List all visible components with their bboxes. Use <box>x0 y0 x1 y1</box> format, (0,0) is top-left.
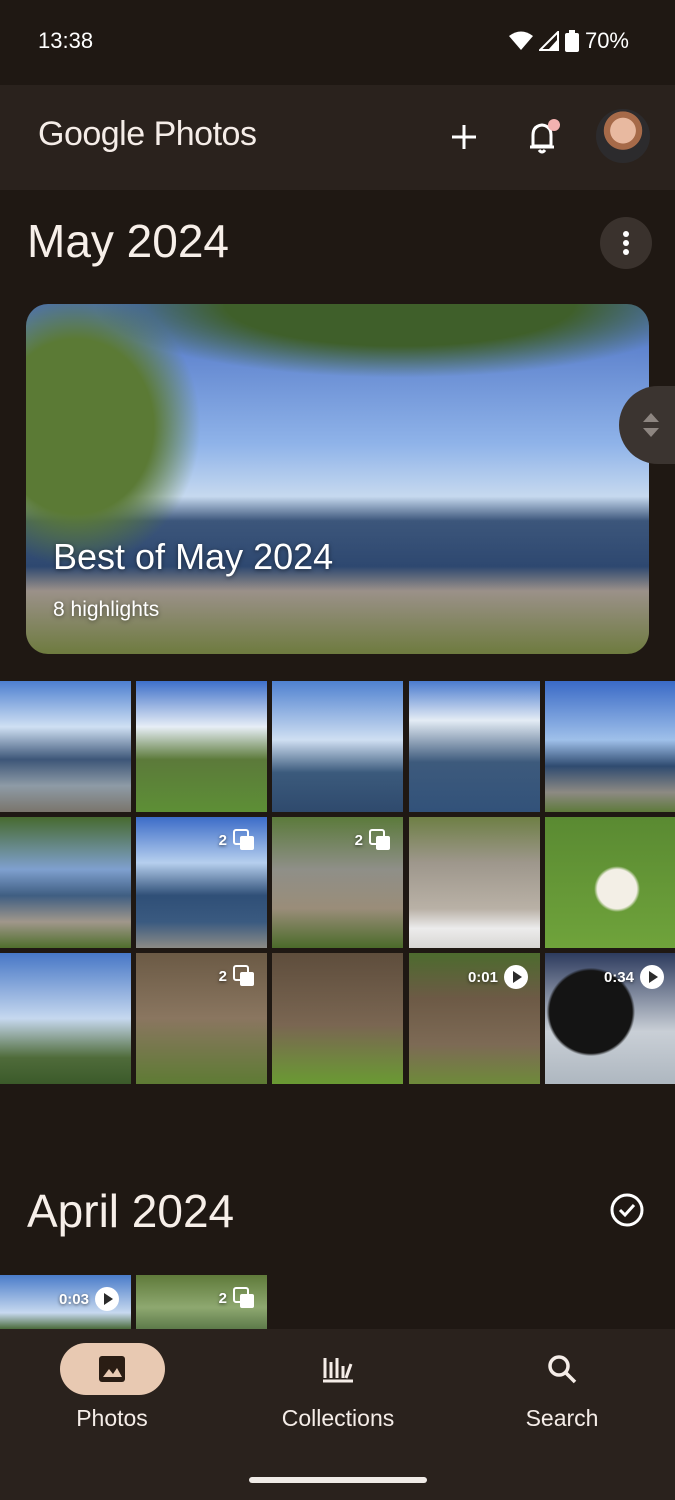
library-icon <box>323 1358 353 1383</box>
nav-collections-label: Collections <box>281 1405 395 1431</box>
nav-search[interactable]: Search <box>462 1343 662 1432</box>
play-icon <box>640 965 664 989</box>
photo-thumb[interactable] <box>0 953 131 1084</box>
video-badge: 0:01 <box>468 965 528 989</box>
photo-icon <box>99 1356 125 1382</box>
stack-icon <box>233 1287 254 1308</box>
video-duration: 0:34 <box>603 968 634 986</box>
video-badge: 0:03 <box>59 1287 119 1311</box>
notifications-button[interactable] <box>514 107 574 167</box>
photo-thumb[interactable] <box>0 681 131 812</box>
bell-icon <box>530 119 560 154</box>
more-vert-icon <box>623 231 629 255</box>
check-circle-icon <box>610 1193 644 1227</box>
stack-icon <box>233 829 254 850</box>
play-icon <box>504 965 528 989</box>
highlight-subtitle: 8 highlights <box>53 598 160 621</box>
stack-badge: 2 <box>355 829 391 851</box>
home-indicator[interactable] <box>249 1477 427 1483</box>
photo-thumb[interactable]: 0:34 <box>545 953 675 1084</box>
stack-icon <box>369 829 390 850</box>
stack-count: 2 <box>218 967 227 985</box>
status-time: 13:38 <box>38 28 94 53</box>
stack-icon <box>233 965 254 986</box>
stack-badge: 2 <box>219 965 255 987</box>
stack-count: 2 <box>354 831 363 849</box>
add-button[interactable] <box>434 107 494 167</box>
photo-thumb[interactable] <box>272 953 403 1084</box>
more-options-button[interactable] <box>600 217 652 269</box>
status-bar: 13:38 70% <box>0 0 675 85</box>
select-all-button[interactable] <box>610 1193 644 1227</box>
photo-thumb[interactable] <box>136 681 267 812</box>
stack-count: 2 <box>218 831 227 849</box>
section-title-april: April 2024 <box>27 1185 235 1237</box>
photo-thumb[interactable] <box>409 817 540 948</box>
play-icon <box>95 1287 119 1311</box>
photo-thumb[interactable]: 2 <box>136 953 267 1084</box>
search-icon <box>548 1355 577 1384</box>
photo-thumb[interactable] <box>545 681 675 812</box>
app-bar: Google Photos <box>0 85 675 190</box>
stack-badge: 2 <box>219 1287 255 1309</box>
video-duration: 0:03 <box>58 1290 89 1308</box>
bottom-navigation: Photos Collections Search <box>0 1329 675 1500</box>
app-logo: Google Photos <box>38 115 257 154</box>
account-avatar[interactable] <box>596 109 650 163</box>
nav-collections[interactable]: Collections <box>238 1343 438 1432</box>
battery-icon <box>564 30 579 52</box>
nav-photos-label: Photos <box>76 1405 148 1431</box>
video-badge: 0:34 <box>604 965 664 989</box>
photo-thumb[interactable] <box>0 817 131 948</box>
scroll-arrows-icon <box>643 413 659 437</box>
highlight-title: Best of May 2024 <box>53 536 334 577</box>
photo-thumb[interactable]: 0:01 <box>409 953 540 1084</box>
photo-thumb[interactable] <box>545 817 675 948</box>
status-icons: 70% <box>508 28 629 54</box>
nav-collections-pill <box>286 1343 391 1395</box>
nav-photos-pill <box>59 1343 165 1395</box>
wifi-icon <box>508 31 533 50</box>
stack-badge: 2 <box>219 829 255 851</box>
nav-photos[interactable]: Photos <box>12 1343 212 1432</box>
video-duration: 0:01 <box>467 968 498 986</box>
section-title-may: May 2024 <box>27 215 230 267</box>
nav-search-pill <box>510 1343 615 1395</box>
photo-thumb[interactable]: 2 <box>272 817 403 948</box>
add-icon <box>452 125 476 149</box>
signal-icon <box>538 31 559 51</box>
photo-thumb[interactable]: 2 <box>136 817 267 948</box>
photo-thumb[interactable] <box>409 681 540 812</box>
nav-search-label: Search <box>525 1405 599 1431</box>
photo-thumb[interactable]: 2 <box>136 1275 267 1329</box>
highlight-card[interactable]: Best of May 2024 8 highlights <box>26 304 649 654</box>
logo-google: Google <box>38 115 145 153</box>
battery-percent: 70% <box>584 28 629 53</box>
logo-photos: Photos <box>153 115 257 153</box>
stack-count: 2 <box>218 1289 227 1307</box>
photo-thumb[interactable] <box>272 681 403 812</box>
photo-thumb[interactable]: 0:03 <box>0 1275 131 1329</box>
